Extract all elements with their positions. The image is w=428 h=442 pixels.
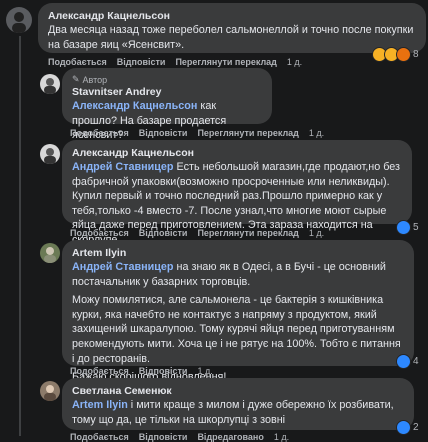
like-reaction-icon [396, 420, 411, 435]
like-link[interactable]: Подобається [48, 57, 107, 67]
see-translation-link[interactable]: Переглянути переклад [197, 228, 298, 238]
reaction-summary[interactable]: 4 [396, 354, 419, 369]
comment-actions: Подобається Відповісти Переглянути перек… [48, 57, 302, 67]
thread-line [19, 36, 21, 436]
comment-bubble: ✎ Автор Stavnitser Andrey Александр Кацн… [62, 68, 272, 141]
avatar-photo-icon [44, 78, 56, 94]
reaction-count: 4 [413, 356, 419, 367]
avatar[interactable] [40, 74, 60, 94]
reaction-summary[interactable]: 5 [396, 220, 419, 235]
reaction-count: 5 [413, 222, 419, 233]
comment-author[interactable]: Artem Ilyin [72, 246, 404, 260]
reaction-count: 8 [413, 49, 419, 60]
comment-bubble: Artem Ilyin Андрей Ставницер на знаю як … [62, 240, 414, 383]
reaction-count: 2 [413, 422, 419, 433]
reaction-summary[interactable]: 2 [396, 420, 419, 435]
avatar-photo-icon [44, 247, 56, 263]
avatar[interactable] [6, 7, 32, 33]
comment-actions: Подобається Відповісти Переглянути перек… [70, 228, 324, 238]
see-translation-link[interactable]: Переглянути переклад [197, 128, 298, 138]
comment-bubble: Александр Кацнельсон Андрей Ставницер Ес… [62, 140, 412, 246]
like-reaction-icon [396, 220, 411, 235]
mention-link[interactable]: Artem Ilyin [72, 399, 128, 411]
reply-link[interactable]: Відповісти [139, 366, 188, 376]
like-link[interactable]: Подобається [70, 432, 129, 442]
comment-actions: Подобається Відповісти 1 д. [70, 366, 213, 376]
avatar[interactable] [40, 144, 60, 164]
comment-text: Можу помилятися, але сальмонела - це бак… [72, 294, 401, 365]
angry-reaction-icon [396, 47, 411, 62]
reaction-summary[interactable]: 8 [372, 47, 419, 62]
timestamp[interactable]: 1 д. [274, 432, 289, 442]
timestamp[interactable]: 1 д. [309, 128, 324, 138]
avatar-photo-icon [12, 12, 26, 33]
author-badge: ✎ Автор [72, 74, 108, 85]
reply-link[interactable]: Відповісти [139, 432, 188, 442]
comment-author[interactable]: Александр Кацнельсон [72, 146, 402, 160]
reply-link[interactable]: Відповісти [117, 57, 166, 67]
like-link[interactable]: Подобається [70, 366, 129, 376]
mention-link[interactable]: Андрей Ставницер [72, 261, 174, 273]
timestamp[interactable]: 1 д. [309, 228, 324, 238]
comment-bubble: Александр Кацнельсон Два месяца назад то… [38, 3, 426, 53]
pen-icon: ✎ [72, 74, 80, 84]
reply-link[interactable]: Відповісти [139, 228, 188, 238]
comment-author[interactable]: Stavnitser Andrey [72, 85, 262, 99]
comment-actions: Подобається Відповісти Переглянути перек… [70, 128, 324, 138]
mention-link[interactable]: Андрей Ставницер [72, 161, 174, 173]
avatar-photo-icon [44, 385, 56, 401]
reply-link[interactable]: Відповісти [139, 128, 188, 138]
timestamp[interactable]: 1 д. [197, 366, 212, 376]
like-reaction-icon [396, 354, 411, 369]
like-link[interactable]: Подобається [70, 128, 129, 138]
comment-text: Artem Ilyin і мити краще з милом і дуже … [72, 399, 394, 426]
comment-bubble: Светлана Семенюк Artem Ilyin і мити кращ… [62, 378, 414, 430]
avatar-photo-icon [44, 148, 56, 164]
comment-text: Два месяца назад тоже переболел сальмоне… [48, 24, 414, 51]
avatar[interactable] [40, 243, 60, 263]
mention-link[interactable]: Александр Кацнельсон [72, 100, 197, 112]
like-link[interactable]: Подобається [70, 228, 129, 238]
comment-actions: Подобається Відповісти Відредаговано 1 д… [70, 432, 289, 442]
avatar[interactable] [40, 381, 60, 401]
edited-label: Відредаговано [197, 432, 264, 442]
comment-text: Андрей Ставницер на знаю як в Одесі, а в… [72, 261, 386, 288]
see-translation-link[interactable]: Переглянути переклад [175, 57, 276, 67]
comment-author[interactable]: Александр Кацнельсон [48, 9, 416, 23]
comment-author[interactable]: Светлана Семенюк [72, 384, 404, 398]
timestamp[interactable]: 1 д. [287, 57, 302, 67]
